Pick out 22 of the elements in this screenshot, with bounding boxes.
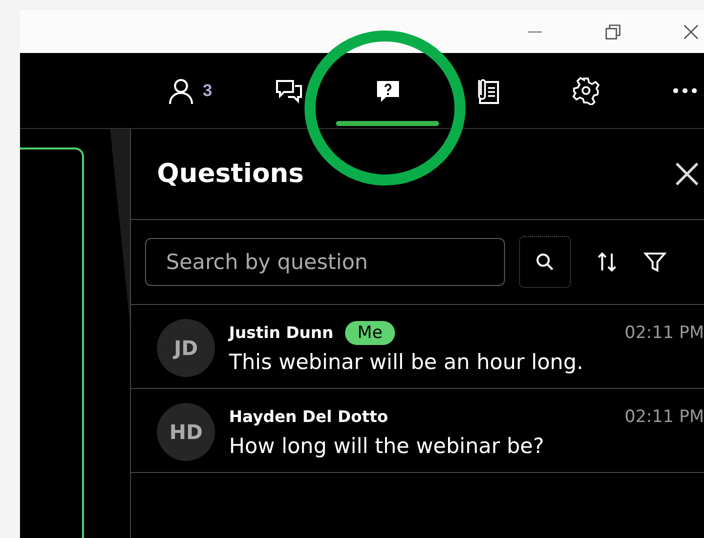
question-time: 02:11 PM [624, 406, 704, 426]
person-icon [166, 76, 195, 104]
question-text: This webinar will be an hour long. [229, 350, 584, 374]
toolbar-tab[interactable]: 3 [140, 53, 239, 128]
more-icon [672, 88, 696, 94]
search-button[interactable] [519, 236, 571, 288]
avatar: JD [157, 319, 215, 377]
author-name: Hayden Del Dotto [229, 407, 388, 426]
settings-icon [572, 76, 600, 104]
search-icon [535, 252, 555, 272]
restore-icon[interactable] [604, 22, 622, 40]
question-text: How long will the webinar be? [229, 434, 546, 458]
author-name: Justin Dunn [229, 323, 334, 342]
search-field[interactable]: Search by question [145, 238, 505, 286]
me-badge: Me [345, 320, 395, 344]
avatar: HD [157, 403, 215, 461]
question-time: 02:11 PM [624, 322, 704, 342]
sort-icon[interactable] [595, 250, 619, 274]
panel-title: Questions [157, 159, 304, 189]
filter-icon[interactable] [643, 250, 667, 274]
participant-count: 3 [202, 80, 212, 100]
close-icon[interactable] [682, 22, 700, 40]
